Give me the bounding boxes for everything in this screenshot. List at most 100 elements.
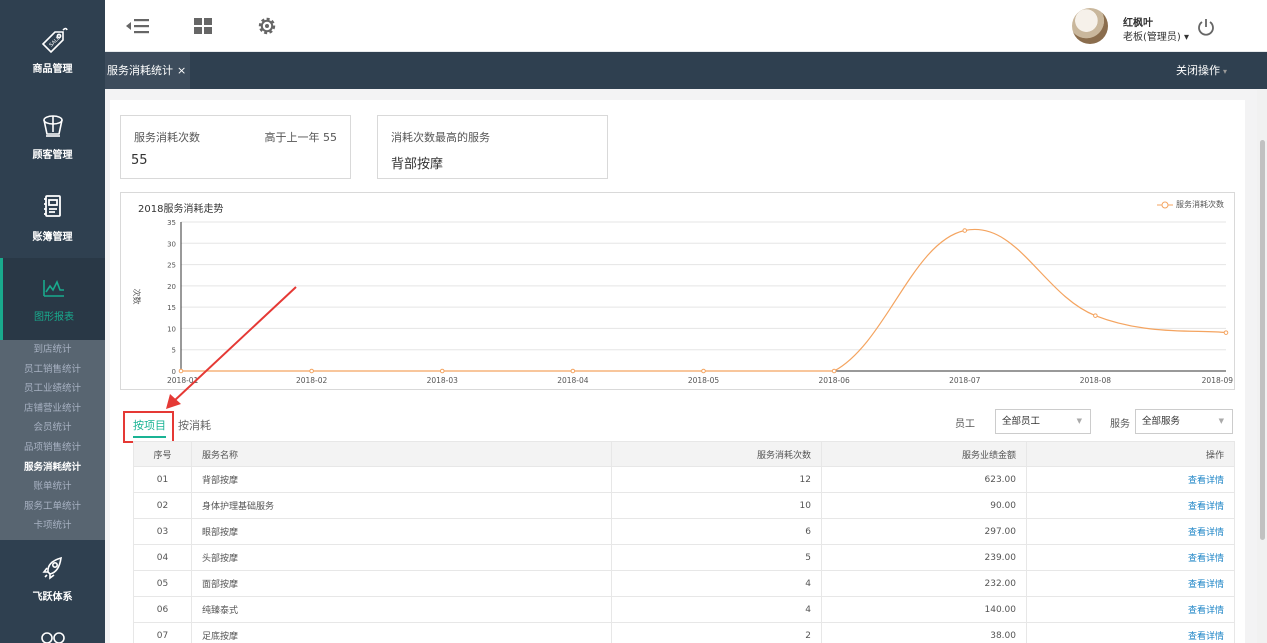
- menu-collapse-icon[interactable]: [125, 14, 149, 38]
- gear-icon[interactable]: [255, 14, 279, 38]
- cell-index: 07: [133, 622, 192, 643]
- cell-amount: 232.00: [821, 570, 1027, 597]
- table-header-row: 序号 服务名称 服务消耗次数 服务业绩金额 操作: [133, 441, 1235, 467]
- data-point: [570, 368, 576, 374]
- cell-count: 6: [611, 518, 822, 545]
- stat-compare: 高于上一年 55: [264, 131, 338, 144]
- x-tick-label: 2018-08: [1080, 376, 1112, 385]
- view-details-link[interactable]: 查看详情: [1188, 502, 1224, 512]
- cell-amount: 38.00: [821, 622, 1027, 643]
- annotation-highlight-box: [123, 411, 174, 443]
- sidebar-item-customers[interactable]: 顾客管理: [0, 108, 105, 190]
- cell-count: 4: [611, 596, 822, 623]
- tab-bar: 服务消耗统计 × 关闭操作 ▾: [105, 52, 1267, 89]
- cell-index: 02: [133, 492, 192, 519]
- data-point: [1093, 313, 1098, 318]
- scrollbar-thumb[interactable]: [1260, 140, 1265, 540]
- filter-service-select[interactable]: 全部服务 ▼: [1135, 409, 1233, 434]
- stat-value: 背部按摩: [391, 157, 444, 172]
- submenu-item[interactable]: 员工业绩统计: [0, 379, 105, 399]
- filter-employee-label: 员工: [955, 419, 975, 430]
- x-tick-label: 2018-06: [818, 376, 850, 385]
- chart-line-icon: [43, 280, 64, 297]
- page-scrollbar[interactable]: [1257, 90, 1267, 643]
- table-row: 03 眼部按摩 6 297.00 查看详情: [133, 518, 1235, 545]
- caret-down-icon: ▾: [1222, 67, 1227, 76]
- data-point: [439, 368, 445, 374]
- y-tick-label: 35: [167, 219, 176, 227]
- x-tick-label: 2018-03: [427, 376, 459, 385]
- sidebar-item-label: 商品管理: [32, 64, 73, 75]
- submenu-item[interactable]: 卡项统计: [0, 516, 105, 536]
- caret-down-icon: ▾: [1184, 32, 1190, 43]
- column-header: 操作: [1026, 441, 1235, 467]
- sidebar-item-label: 飞跃体系: [32, 592, 73, 603]
- submenu-item[interactable]: 员工销售统计: [0, 360, 105, 380]
- legend-marker: [1157, 201, 1173, 208]
- submenu-item[interactable]: 品项销售统计: [0, 438, 105, 458]
- view-details-link[interactable]: 查看详情: [1188, 476, 1224, 486]
- user-name[interactable]: 红枫叶: [1123, 14, 1153, 29]
- user-role-dropdown[interactable]: 老板(管理员) ▾: [1123, 28, 1189, 43]
- grid-apps-icon[interactable]: [191, 14, 215, 38]
- cell-index: 01: [133, 466, 192, 493]
- cell-amount: 623.00: [821, 466, 1027, 493]
- chart-svg: 0 5 10 15 20 25 30 35 次数 2018-01 2018-02 2018-03 201…: [132, 219, 1234, 385]
- view-details-link[interactable]: 查看详情: [1188, 554, 1224, 564]
- sale-tag-icon: SALE: [41, 27, 68, 54]
- submenu-item[interactable]: 店铺营业统计: [0, 399, 105, 419]
- top-bar: 红枫叶 老板(管理员) ▾: [105, 0, 1267, 52]
- view-details-link[interactable]: 查看详情: [1188, 632, 1224, 642]
- detail-section: 按项目 按消耗 员工 全部员工 ▼ 服务 全部服务 ▼ 序号 服务名称 服务消耗次数…: [120, 403, 1235, 643]
- sidebar-item-leap-system[interactable]: 飞跃体系: [0, 550, 105, 632]
- table-row: 06 纯臻泰式 4 140.00 查看详情: [133, 596, 1235, 623]
- cell-amount: 90.00: [821, 492, 1027, 519]
- cell-count: 4: [611, 570, 822, 597]
- cell-action: 查看详情: [1026, 570, 1235, 597]
- data-point: [962, 228, 968, 233]
- service-table: 序号 服务名称 服务消耗次数 服务业绩金额 操作 01 背部按摩 12 623.…: [133, 441, 1235, 643]
- view-details-link[interactable]: 查看详情: [1188, 580, 1224, 590]
- column-header: 服务业绩金额: [821, 441, 1027, 467]
- submenu-item[interactable]: 到店统计: [0, 340, 105, 360]
- caret-down-icon: ▼: [1218, 417, 1224, 425]
- cell-amount: 297.00: [821, 518, 1027, 545]
- filter-employee-select[interactable]: 全部员工 ▼: [995, 409, 1091, 434]
- cell-count: 12: [611, 466, 822, 493]
- cell-amount: 140.00: [821, 596, 1027, 623]
- cell-action: 查看详情: [1026, 622, 1235, 643]
- sidebar-item-goods[interactable]: SALE 商品管理: [0, 22, 105, 104]
- ledger-icon: [43, 195, 61, 217]
- data-point: [309, 368, 314, 374]
- view-details-link[interactable]: 查看详情: [1188, 528, 1224, 538]
- cell-action: 查看详情: [1026, 466, 1235, 493]
- cell-index: 06: [133, 596, 192, 623]
- avatar[interactable]: [1072, 8, 1108, 44]
- more-apps-icon[interactable]: [40, 626, 66, 643]
- sidebar-item-label: 账簿管理: [32, 232, 73, 243]
- close-icon[interactable]: ×: [177, 64, 186, 77]
- tab-service-consumption[interactable]: 服务消耗统计 ×: [105, 52, 191, 89]
- submenu-item[interactable]: 账单统计: [0, 477, 105, 497]
- data-point: [178, 368, 184, 374]
- stat-value: 55: [131, 153, 148, 168]
- view-details-link[interactable]: 查看详情: [1188, 606, 1224, 616]
- submenu-item[interactable]: 服务工单统计: [0, 497, 105, 517]
- table-row: 05 面部按摩 4 232.00 查看详情: [133, 570, 1235, 597]
- power-icon[interactable]: [1195, 16, 1217, 38]
- tab-label: 服务消耗统计: [107, 64, 173, 77]
- tab-by-consumption[interactable]: 按消耗: [178, 417, 211, 433]
- table-row: 01 背部按摩 12 623.00 查看详情: [133, 466, 1235, 493]
- submenu-item-current[interactable]: 服务消耗统计: [0, 458, 105, 478]
- sidebar-item-charts[interactable]: 图形报表: [0, 258, 105, 340]
- rocket-icon: [41, 556, 62, 580]
- main-content: 服务消耗次数 高于上一年 55 55 消耗次数最高的服务 背部按摩 0 5 10 15…: [110, 100, 1245, 643]
- cell-service-name: 眼部按摩: [191, 518, 612, 545]
- submenu-item[interactable]: 会员统计: [0, 418, 105, 438]
- chart-legend[interactable]: 服务消耗次数: [1157, 199, 1224, 210]
- x-tick-label: 2018-05: [688, 376, 720, 385]
- x-tick-label: 2018-09: [1202, 376, 1234, 385]
- close-operations-dropdown[interactable]: 关闭操作 ▾: [1176, 52, 1227, 90]
- y-tick-label: 15: [167, 304, 176, 312]
- sidebar-submenu: 到店统计 员工销售统计 员工业绩统计 店铺营业统计 会员统计 品项销售统计 服务…: [0, 340, 105, 540]
